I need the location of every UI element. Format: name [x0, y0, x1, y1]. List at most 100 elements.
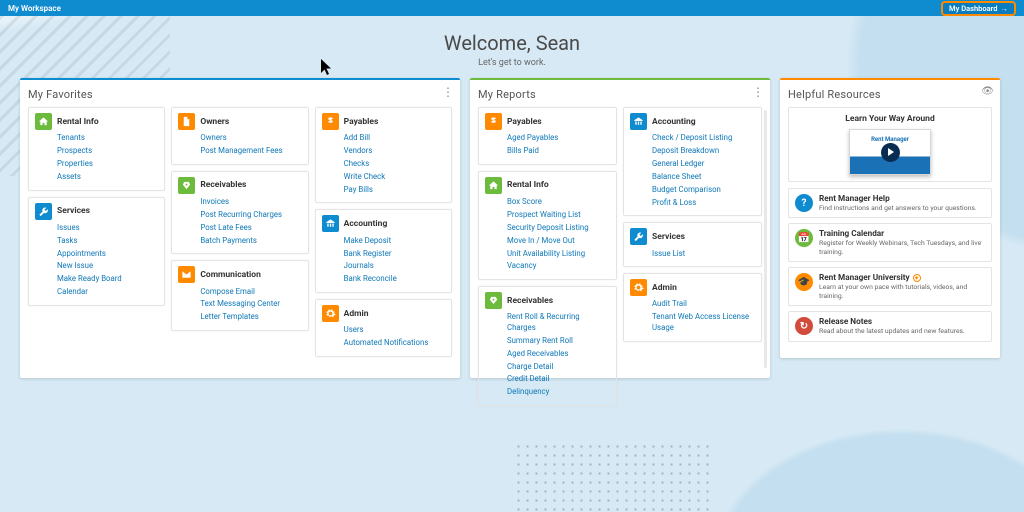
- learn-card: Learn Your Way Around Rent Manager: [788, 107, 992, 182]
- card-title: Rental Info: [507, 180, 549, 190]
- link-check-deposit-listing[interactable]: Check / Deposit Listing: [630, 132, 755, 145]
- card-title: Admin: [344, 309, 369, 319]
- card-services: Services Issue List: [623, 222, 762, 267]
- link-general-ledger[interactable]: General Ledger: [630, 158, 755, 171]
- link-move-in-move-out[interactable]: Move In / Move Out: [485, 234, 610, 247]
- card-services: Services IssuesTasksAppointmentsNew Issue…: [28, 197, 165, 306]
- help-glyph-icon: 🎓: [795, 273, 813, 291]
- link-tenant-web-access-license-usage[interactable]: Tenant Web Access License Usage: [630, 311, 755, 334]
- link-make-deposit[interactable]: Make Deposit: [322, 234, 445, 247]
- link-aged-payables[interactable]: Aged Payables: [485, 132, 610, 145]
- link-charge-detail[interactable]: Charge Detail: [485, 360, 610, 373]
- reports-scrollbar[interactable]: [764, 110, 767, 368]
- card-title: Receivables: [200, 180, 246, 190]
- intro-video[interactable]: Rent Manager: [849, 129, 931, 175]
- card-rental-info: Rental InfoTenantsProspectsPropertiesAss…: [28, 107, 165, 191]
- dollar-icon: [322, 113, 339, 130]
- link-vendors[interactable]: Vendors: [322, 145, 445, 158]
- link-appointments[interactable]: Appointments: [35, 247, 158, 260]
- card-title: Services: [57, 206, 90, 216]
- bank-icon: [322, 215, 339, 232]
- link-credit-detail[interactable]: Credit Detail: [485, 373, 610, 386]
- help-release-notes[interactable]: ↻Release NotesRead about the latest upda…: [788, 311, 992, 341]
- wrench-icon: [630, 228, 647, 245]
- card-title: Admin: [652, 283, 677, 293]
- link-calendar[interactable]: Calendar: [35, 286, 158, 299]
- link-audit-trail[interactable]: Audit Trail: [630, 298, 755, 311]
- link-issues[interactable]: Issues: [35, 222, 158, 235]
- help-training-calendar[interactable]: 📅Training CalendarRegister for Weekly We…: [788, 223, 992, 262]
- mail-icon: [178, 266, 195, 283]
- link-owners[interactable]: Owners: [178, 132, 301, 145]
- card-payables: PayablesAdd BillVendorsChecksWrite Check…: [315, 107, 452, 203]
- card-admin: Admin Audit TrailTenant Web Access Licens…: [623, 273, 762, 341]
- link-delinquency[interactable]: Delinquency: [485, 386, 610, 399]
- link-budget-comparison[interactable]: Budget Comparison: [630, 184, 755, 197]
- reports-more-icon[interactable]: ⋮: [752, 86, 764, 98]
- card-title: Accounting: [344, 219, 388, 229]
- link-compose-email[interactable]: Compose Email: [178, 285, 301, 298]
- link-balance-sheet[interactable]: Balance Sheet: [630, 171, 755, 184]
- reports-panel: ⋮ My Reports PayablesAged PayablesBills …: [470, 78, 770, 378]
- link-rent-roll-recurring-charges[interactable]: Rent Roll & Recurring Charges: [485, 311, 610, 334]
- link-automated-notifications[interactable]: Automated Notifications: [322, 337, 445, 350]
- arrow-right-icon: →: [1001, 4, 1009, 13]
- link-tenants[interactable]: Tenants: [35, 132, 158, 145]
- link-security-deposit-listing[interactable]: Security Deposit Listing: [485, 222, 610, 235]
- help-rent-manager-help[interactable]: ?Rent Manager HelpFind instructions and …: [788, 188, 992, 218]
- help-glyph-icon: 📅: [795, 229, 813, 247]
- card-title: Services: [652, 232, 685, 242]
- link-tasks[interactable]: Tasks: [35, 234, 158, 247]
- link-checks[interactable]: Checks: [322, 158, 445, 171]
- link-text-messaging-center[interactable]: Text Messaging Center: [178, 298, 301, 311]
- link-issue-list[interactable]: Issue List: [630, 247, 755, 260]
- help-rent-manager-university[interactable]: 🎓Rent Manager University✦Learn at your o…: [788, 267, 992, 306]
- link-pay-bills[interactable]: Pay Bills: [322, 184, 445, 197]
- link-profit-loss[interactable]: Profit & Loss: [630, 196, 755, 209]
- link-prospects[interactable]: Prospects: [35, 145, 158, 158]
- link-add-bill[interactable]: Add Bill: [322, 132, 445, 145]
- link-post-recurring-charges[interactable]: Post Recurring Charges: [178, 209, 301, 222]
- link-letter-templates[interactable]: Letter Templates: [178, 311, 301, 324]
- favorites-more-icon[interactable]: ⋮: [442, 86, 454, 98]
- link-bank-register[interactable]: Bank Register: [322, 247, 445, 260]
- link-unit-availability-listing[interactable]: Unit Availability Listing: [485, 247, 610, 260]
- new-badge-icon: ✦: [913, 274, 921, 282]
- card-receivables: ReceivablesRent Roll & Recurring Charges…: [478, 286, 617, 406]
- link-post-management-fees[interactable]: Post Management Fees: [178, 145, 301, 158]
- link-bank-reconcile[interactable]: Bank Reconcile: [322, 273, 445, 286]
- link-invoices[interactable]: Invoices: [178, 196, 301, 209]
- link-properties[interactable]: Properties: [35, 158, 158, 171]
- help-item-title: Training Calendar: [819, 229, 985, 239]
- doc-icon: [178, 113, 195, 130]
- link-write-check[interactable]: Write Check: [322, 171, 445, 184]
- link-summary-rent-roll[interactable]: Summary Rent Roll: [485, 335, 610, 348]
- link-new-issue[interactable]: New Issue: [35, 260, 158, 273]
- visibility-icon[interactable]: 👁: [981, 86, 994, 97]
- card-owners: OwnersOwnersPost Management Fees: [171, 107, 308, 165]
- welcome-heading: Welcome, Sean: [0, 31, 1024, 55]
- card-title: Owners: [200, 117, 229, 127]
- help-glyph-icon: ↻: [795, 317, 813, 335]
- learn-title: Learn Your Way Around: [795, 114, 985, 124]
- card-communication: CommunicationCompose EmailText Messaging…: [171, 260, 308, 331]
- link-post-late-fees[interactable]: Post Late Fees: [178, 222, 301, 235]
- link-journals[interactable]: Journals: [322, 260, 445, 273]
- link-deposit-breakdown[interactable]: Deposit Breakdown: [630, 145, 755, 158]
- welcome-subtitle: Let's get to work.: [0, 58, 1024, 68]
- my-dashboard-button[interactable]: My Dashboard →: [941, 1, 1016, 16]
- link-assets[interactable]: Assets: [35, 171, 158, 184]
- wrench-icon: [35, 203, 52, 220]
- link-aged-receivables[interactable]: Aged Receivables: [485, 347, 610, 360]
- help-item-desc: Learn at your own pace with tutorials, v…: [819, 283, 985, 300]
- help-item-title: Rent Manager Help: [819, 194, 977, 204]
- link-batch-payments[interactable]: Batch Payments: [178, 234, 301, 247]
- link-bills-paid[interactable]: Bills Paid: [485, 145, 610, 158]
- link-box-score[interactable]: Box Score: [485, 196, 610, 209]
- card-accounting: AccountingCheck / Deposit ListingDeposit…: [623, 107, 762, 216]
- link-users[interactable]: Users: [322, 324, 445, 337]
- link-vacancy[interactable]: Vacancy: [485, 260, 610, 273]
- link-prospect-waiting-list[interactable]: Prospect Waiting List: [485, 209, 610, 222]
- help-item-title: Release Notes: [819, 317, 965, 327]
- link-make-ready-board[interactable]: Make Ready Board: [35, 273, 158, 286]
